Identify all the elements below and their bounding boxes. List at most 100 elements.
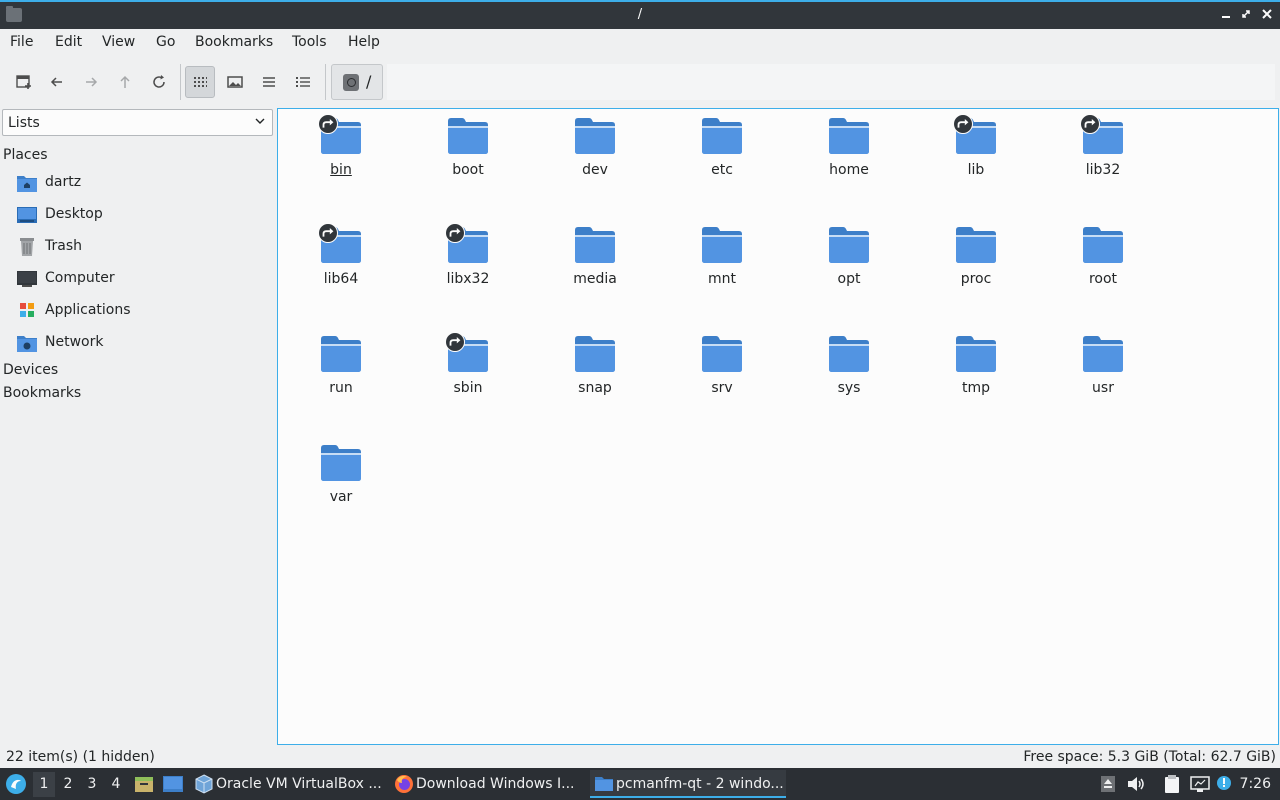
menu-file[interactable]: File: [10, 34, 33, 50]
folder-item-snap[interactable]: snap: [540, 327, 650, 427]
volume-icon[interactable]: [1126, 774, 1146, 794]
folder-icon: [1083, 227, 1123, 263]
desktop-4-button[interactable]: 4: [105, 776, 127, 792]
folder-name: run: [329, 380, 353, 396]
image-icon: [227, 76, 243, 88]
folder-item-var[interactable]: var: [286, 436, 396, 536]
network-status-icon[interactable]: [1190, 774, 1210, 794]
update-notifier-icon[interactable]: [1214, 774, 1234, 794]
side-pane: Lists Places dartz Desktop Trash Compute…: [0, 108, 275, 746]
detailed-view-button[interactable]: [288, 66, 318, 98]
folder-name: lib64: [323, 271, 359, 287]
folder-item-srv[interactable]: srv: [667, 327, 777, 427]
task-firefox[interactable]: Download Windows I...: [390, 770, 586, 798]
folder-item-libx32[interactable]: libx32: [413, 218, 523, 318]
place-item-desktop[interactable]: Desktop: [17, 203, 267, 227]
menu-tools[interactable]: Tools: [292, 34, 327, 50]
folder-item-sys[interactable]: sys: [794, 327, 904, 427]
folder-icon: [1083, 336, 1123, 372]
up-button[interactable]: [110, 66, 140, 98]
minimize-button[interactable]: [1217, 7, 1235, 25]
new-tab-icon: [16, 75, 31, 89]
folder-name: root: [1088, 271, 1118, 287]
folder-item-dev[interactable]: dev: [540, 109, 650, 209]
place-item-applications[interactable]: Applications: [17, 299, 267, 323]
maximize-button[interactable]: [1237, 7, 1255, 25]
compact-view-button[interactable]: [254, 66, 284, 98]
forward-button[interactable]: [76, 66, 106, 98]
folder-item-mnt[interactable]: mnt: [667, 218, 777, 318]
icon-view-button[interactable]: [185, 66, 215, 98]
reload-button[interactable]: [144, 66, 174, 98]
eject-icon[interactable]: [1098, 774, 1118, 794]
folder-item-boot[interactable]: boot: [413, 109, 523, 209]
path-bar-space[interactable]: [387, 64, 1275, 100]
item-count: 22 item(s) (1 hidden): [6, 749, 155, 765]
menu-view[interactable]: View: [102, 34, 135, 50]
place-item-network[interactable]: Network: [17, 331, 267, 355]
symlink-badge-icon: [445, 223, 465, 243]
folder-item-run[interactable]: run: [286, 327, 396, 427]
toolbar-separator: [180, 64, 181, 100]
new-tab-button[interactable]: [9, 66, 39, 98]
file-manager-launcher-icon[interactable]: [134, 774, 154, 794]
folder-item-home[interactable]: home: [794, 109, 904, 209]
place-item-trash[interactable]: Trash: [17, 235, 267, 259]
folder-item-lib64[interactable]: lib64: [286, 218, 396, 318]
menu-go[interactable]: Go: [156, 34, 175, 50]
folder-item-proc[interactable]: proc: [921, 218, 1031, 318]
folder-item-usr[interactable]: usr: [1048, 327, 1158, 427]
path-button-root[interactable]: /: [331, 64, 383, 100]
arrow-left-icon: [50, 77, 62, 87]
bookmarks-header[interactable]: Bookmarks: [3, 385, 81, 401]
folder-name: srv: [711, 380, 733, 396]
folder-item-root[interactable]: root: [1048, 218, 1158, 318]
task-virtualbox[interactable]: Oracle VM VirtualBox ...: [190, 770, 386, 798]
folder-icon: [321, 445, 361, 481]
task-pcmanfm[interactable]: pcmanfm-qt - 2 windo...: [590, 770, 786, 798]
menu-bookmarks[interactable]: Bookmarks: [195, 34, 273, 50]
folder-item-media[interactable]: media: [540, 218, 650, 318]
folder-item-lib32[interactable]: lib32: [1048, 109, 1158, 209]
devices-header[interactable]: Devices: [3, 362, 58, 378]
back-button[interactable]: [42, 66, 72, 98]
folder-name: proc: [960, 271, 992, 287]
place-item-computer[interactable]: Computer: [17, 267, 267, 291]
toolbar-separator: [325, 64, 326, 100]
side-pane-mode-select[interactable]: Lists: [2, 109, 273, 136]
menu-bar: File Edit View Go Bookmarks Tools Help: [0, 29, 1280, 57]
folder-icon: [321, 336, 361, 372]
folder-item-sbin[interactable]: sbin: [413, 327, 523, 427]
place-item-home[interactable]: dartz: [17, 171, 267, 195]
side-pane-mode-value: Lists: [8, 115, 40, 131]
folder-item-tmp[interactable]: tmp: [921, 327, 1031, 427]
clipboard-icon[interactable]: [1162, 774, 1182, 794]
thumbnail-view-button[interactable]: [220, 66, 250, 98]
folder-icon: [702, 118, 742, 154]
close-button[interactable]: [1258, 7, 1276, 25]
desktop-3-button[interactable]: 3: [81, 776, 103, 792]
folder-name: bin: [330, 162, 352, 178]
place-label: Applications: [45, 302, 131, 318]
folder-name: boot: [452, 162, 484, 178]
start-menu-icon[interactable]: [5, 773, 27, 795]
place-label: dartz: [45, 174, 82, 190]
folder-item-etc[interactable]: etc: [667, 109, 777, 209]
places-header[interactable]: Places: [3, 147, 48, 163]
folder-item-opt[interactable]: opt: [794, 218, 904, 318]
clock[interactable]: 7:26: [1240, 776, 1271, 792]
computer-icon: [17, 271, 37, 287]
desktop-2-button[interactable]: 2: [57, 776, 79, 792]
folder-item-lib[interactable]: lib: [921, 109, 1031, 209]
status-bar: 22 item(s) (1 hidden) Free space: 5.3 Gi…: [0, 747, 1280, 768]
folder-view[interactable]: bin boot dev etc home lib lib32 lib64 libx32 medi…: [277, 108, 1279, 745]
network-icon: [17, 336, 37, 352]
show-desktop-icon[interactable]: [162, 775, 184, 793]
menu-help[interactable]: Help: [348, 34, 380, 50]
desktop-1-button[interactable]: 1: [33, 772, 55, 797]
desktop-icon: [17, 207, 37, 223]
menu-edit[interactable]: Edit: [55, 34, 82, 50]
folder-item-bin[interactable]: bin: [286, 109, 396, 209]
title-bar: /: [0, 0, 1280, 29]
symlink-badge-icon: [318, 223, 338, 243]
